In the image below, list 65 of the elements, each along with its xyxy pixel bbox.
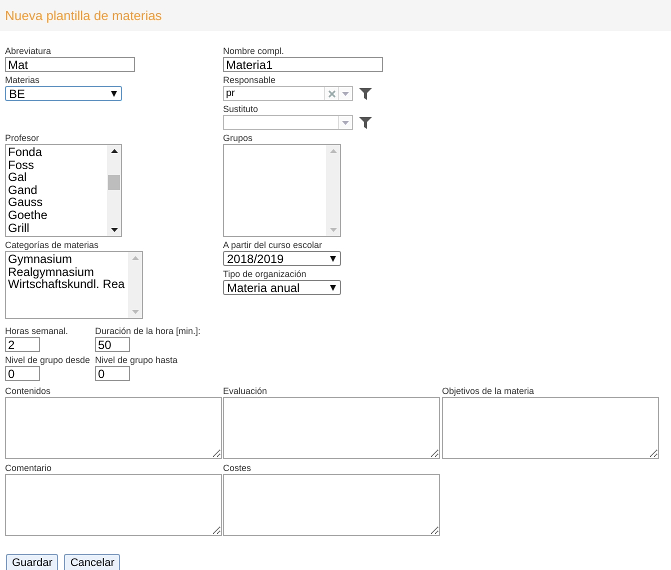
field-label: Horas semanal. (5, 325, 68, 337)
text-area[interactable] (5, 474, 222, 536)
page-title: Nueva plantilla de materias (5, 8, 162, 23)
scroll-up-icon[interactable] (110, 149, 118, 153)
scroll-up-icon (132, 256, 138, 260)
scroll-up-icon (330, 149, 336, 153)
caret-icon (330, 256, 336, 262)
field-label: Profesor (5, 132, 40, 144)
number-field[interactable]: 0 (95, 366, 130, 381)
field-label: Responsable (223, 74, 276, 86)
field-label: Nombre compl. (223, 45, 284, 57)
field-label: Evaluación (223, 385, 268, 397)
form-button[interactable]: Guardar (6, 554, 58, 570)
scroll-down-icon (330, 228, 336, 232)
number-field[interactable]: 0 (5, 366, 40, 381)
field-label: Abreviatura (5, 45, 52, 57)
groups-listbox[interactable] (223, 144, 341, 237)
list-item[interactable]: Wirtschaftskundl. Rea (8, 278, 128, 291)
text-area[interactable] (442, 397, 659, 459)
subject-dropdown[interactable]: BE (5, 86, 122, 101)
field-label: Tipo de organización (223, 268, 306, 280)
text-area[interactable] (223, 474, 440, 536)
filter-icon[interactable] (359, 116, 372, 128)
field-label: Contenidos (5, 385, 52, 397)
scroll-down-icon[interactable] (110, 228, 118, 232)
teacher-listbox[interactable]: Fonda Foss Gal Gand Gauss Goethe Grill (5, 144, 122, 237)
filter-icon[interactable] (359, 88, 372, 100)
list-item[interactable]: Fonda (8, 146, 107, 159)
field-label: Duración de la hora [min.]: (95, 325, 201, 337)
list-item[interactable]: Gand (8, 184, 107, 196)
list-item[interactable]: Gauss (8, 196, 107, 209)
field-label: Costes (223, 462, 252, 474)
list-item[interactable]: Realgymnasium (8, 266, 128, 278)
list-item[interactable]: Gymnasium (8, 253, 128, 266)
organization-type-dropdown[interactable]: Materia anual (223, 280, 341, 295)
field-label: Sustituto (223, 103, 258, 115)
scroll-down-icon (132, 310, 138, 314)
list-item[interactable]: Gal (8, 171, 107, 184)
full-name-field[interactable]: Materia1 (223, 57, 383, 72)
substitute-combobox[interactable] (223, 115, 353, 130)
number-field[interactable]: 50 (95, 337, 130, 352)
abbreviation-field[interactable]: Mat (5, 57, 135, 72)
responsible-combobox[interactable]: pr (223, 86, 353, 101)
clear-icon[interactable] (324, 87, 338, 100)
category-listbox[interactable]: Gymnasium Realgymnasium Wirtschaftskundl. Rea (5, 251, 143, 319)
field-label: Comentario (5, 462, 53, 474)
field-label: Categorías de materias (5, 239, 99, 251)
field-label: A partir del curso escolar (223, 239, 322, 251)
field-label: Grupos (223, 132, 253, 144)
school-year-dropdown[interactable]: 2018/2019 (223, 251, 341, 266)
list-item[interactable]: Foss (8, 158, 107, 172)
scrollbar[interactable] (107, 145, 121, 236)
field-label: Objetivos de la materia (442, 385, 536, 397)
caret-icon (330, 284, 336, 290)
number-field[interactable]: 2 (5, 337, 40, 352)
form-button[interactable]: Cancelar (64, 554, 120, 570)
text-area[interactable] (223, 397, 440, 459)
field-label: Nivel de grupo desde (5, 354, 90, 366)
field-label: Materias (5, 74, 40, 86)
list-item[interactable]: Goethe (8, 208, 107, 222)
scroll-thumb[interactable] (108, 175, 120, 190)
list-item[interactable]: Grill (8, 222, 107, 234)
text-area[interactable] (5, 397, 222, 459)
caret-icon (111, 90, 117, 96)
field-label: Nivel de grupo hasta (95, 354, 178, 366)
